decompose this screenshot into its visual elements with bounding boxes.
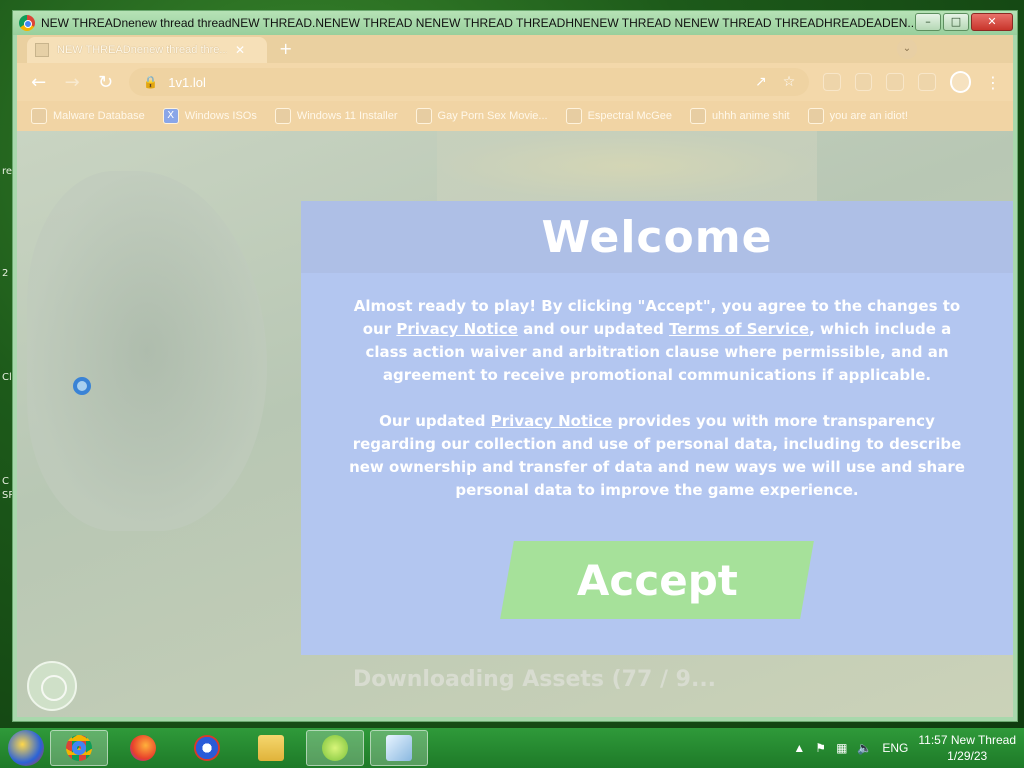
desktop-icon-label: Cl <box>2 372 12 383</box>
address-bar[interactable]: 🔒 1v1.lol ↗ ☆ <box>129 68 810 96</box>
folder-icon <box>31 108 47 124</box>
extension-icon[interactable] <box>823 73 841 91</box>
folder-icon <box>258 735 284 761</box>
profile-avatar[interactable] <box>949 71 971 93</box>
start-button[interactable] <box>8 730 44 766</box>
taskbar-app[interactable] <box>178 730 236 766</box>
maximize-button[interactable]: □ <box>943 13 969 31</box>
window-controls: – □ ✕ <box>915 13 1013 31</box>
modal-title: Welcome <box>541 211 773 263</box>
reload-button[interactable]: ↻ <box>96 72 115 93</box>
chrome-icon <box>19 15 35 31</box>
bookmark-item[interactable]: X Windows ISOs <box>162 108 257 124</box>
site-icon <box>689 108 706 124</box>
privacy-notice-link[interactable]: Privacy Notice <box>491 412 613 430</box>
minimize-button[interactable]: – <box>915 13 941 31</box>
new-tab-button[interactable]: + <box>279 39 292 58</box>
app-icon <box>194 735 220 761</box>
privacy-notice-link[interactable]: Privacy Notice <box>396 320 518 338</box>
bookmark-item[interactable]: Espectral McGee <box>565 108 672 124</box>
accept-button[interactable]: Accept <box>500 541 814 619</box>
taskbar-chrome[interactable] <box>50 730 108 766</box>
side-panel-icon[interactable] <box>917 73 936 91</box>
bookmark-item[interactable]: Malware Database <box>31 108 145 124</box>
terms-of-service-link[interactable]: Terms of Service <box>669 320 809 338</box>
system-tray: ▲ ⚑ ▦ 🔈 ENG 11:57 New Thread 1/29/23 <box>793 728 1016 768</box>
tab-favicon-icon <box>35 43 49 57</box>
taskbar: ▲ ⚑ ▦ 🔈 ENG 11:57 New Thread 1/29/23 <box>0 728 1024 768</box>
tab-title: NEW THREADnenew thread thre... <box>57 44 227 56</box>
site-icon <box>565 108 582 124</box>
tab-strip: NEW THREADnenew thread thre... ✕ + ⌄ <box>17 35 1013 63</box>
taskbar-notepad[interactable] <box>370 730 428 766</box>
window-titlebar[interactable]: NEW THREADnenew thread threadNEW THREAD.… <box>13 11 1017 35</box>
omnibox-actions: ↗ ☆ <box>755 74 795 90</box>
taskbar-explorer[interactable] <box>242 730 300 766</box>
flag-icon <box>807 108 824 124</box>
bookmark-item[interactable]: Windows 11 Installer <box>274 108 398 124</box>
firefox-icon <box>130 735 156 761</box>
app-icon <box>322 735 348 761</box>
network-icon[interactable]: ▦ <box>836 741 847 755</box>
clock-date: 1/29/23 <box>947 749 988 763</box>
volume-icon[interactable]: 🔈 <box>857 741 872 755</box>
share-icon[interactable]: ↗ <box>755 74 767 90</box>
loading-status: Downloading Assets (77 / 9... <box>353 667 717 692</box>
consent-paragraph: Almost ready to play! By clicking "Accep… <box>353 297 961 384</box>
installer-icon <box>274 108 291 124</box>
bookmark-star-icon[interactable]: ☆ <box>783 74 796 90</box>
browser: NEW THREADnenew thread thre... ✕ + ⌄ ← →… <box>17 35 1013 717</box>
tab-active[interactable]: NEW THREADnenew thread thre... ✕ <box>27 37 267 63</box>
welcome-modal: Welcome Almost ready to play! By clickin… <box>301 201 1013 655</box>
bookmark-item[interactable]: Gay Porn Sex Movie... <box>415 108 548 124</box>
window-title: NEW THREADnenew thread threadNEW THREAD.… <box>41 16 918 30</box>
notepad-icon <box>386 735 412 761</box>
bookmark-item[interactable]: uhhh anime shit <box>689 108 790 124</box>
bookmark-item[interactable]: you are an idiot! <box>807 108 908 124</box>
tab-close-icon[interactable]: ✕ <box>235 43 245 57</box>
clock[interactable]: 11:57 New Thread 1/29/23 <box>918 732 1016 764</box>
browser-window: NEW THREADnenew thread threadNEW THREAD.… <box>12 10 1018 722</box>
clock-time: 11:57 New Thread <box>918 733 1016 747</box>
page-content: Downloading Assets (77 / 9... Welcome Al… <box>17 131 1013 717</box>
background-art <box>27 171 267 531</box>
puzzle-extensions-icon[interactable] <box>886 73 904 91</box>
accept-label: Accept <box>576 555 738 605</box>
tab-search-icon[interactable]: ⌄ <box>897 39 917 59</box>
browser-toolbar: ← → ↻ 🔒 1v1.lol ↗ ☆ ⋮ <box>17 63 1013 101</box>
url-text: 1v1.lol <box>168 74 206 90</box>
modal-header: Welcome <box>301 201 1013 273</box>
back-button[interactable]: ← <box>29 72 48 93</box>
background-art <box>437 131 817 201</box>
close-button[interactable]: ✕ <box>971 13 1013 31</box>
modal-body: Almost ready to play! By clicking "Accep… <box>301 273 1013 502</box>
cookie-settings-button[interactable] <box>27 661 77 711</box>
x-icon: X <box>162 108 179 124</box>
loading-spinner-icon <box>73 377 91 395</box>
desktop-icon-label: re <box>2 166 13 177</box>
desktop-icon-label: C <box>2 476 9 487</box>
bookmarks-bar: Malware Database X Windows ISOs Windows … <box>17 101 1013 131</box>
taskbar-firefox[interactable] <box>114 730 172 766</box>
extension-icon[interactable] <box>854 73 873 91</box>
desktop-icon-label: 2 <box>2 268 9 279</box>
show-hidden-icons-icon[interactable]: ▲ <box>793 741 805 755</box>
menu-icon[interactable]: ⋮ <box>985 73 1001 92</box>
privacy-paragraph: Our updated Privacy Notice provides you … <box>349 412 965 499</box>
flag-icon[interactable]: ⚑ <box>815 741 826 755</box>
language-indicator[interactable]: ENG <box>882 741 908 755</box>
chrome-icon <box>66 735 92 761</box>
forward-button[interactable]: → <box>62 72 81 93</box>
lock-icon[interactable]: 🔒 <box>143 75 158 89</box>
taskbar-app-active[interactable] <box>306 730 364 766</box>
site-icon <box>415 108 432 124</box>
